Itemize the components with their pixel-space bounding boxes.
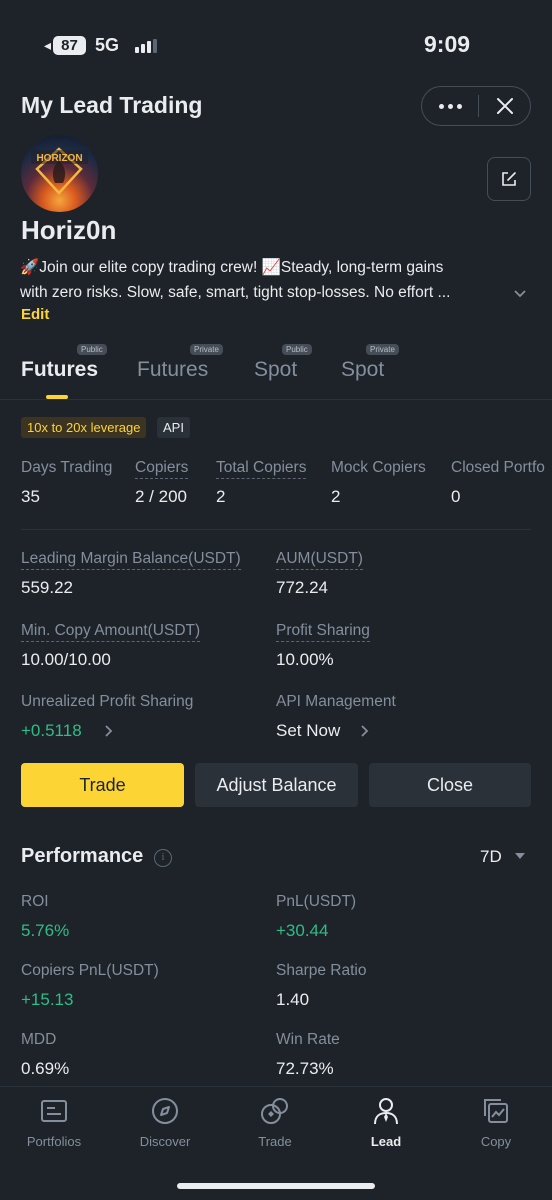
roi-value: 5.76% — [21, 921, 70, 940]
nav-label: Copy — [480, 1134, 512, 1149]
nav-lead[interactable]: Lead — [336, 1096, 436, 1149]
min-copy-label[interactable]: Min. Copy Amount(USDT) — [21, 622, 201, 642]
avatar-image: HORIZON — [31, 147, 88, 195]
adjust-balance-button[interactable]: Adjust Balance — [195, 763, 358, 807]
stat-value-copiers: 2 / 200 — [135, 487, 187, 506]
tab-spot-private[interactable]: Spot — [341, 358, 384, 382]
bio-line: with zero risks. Slow, safe, smart, tigh… — [20, 284, 451, 301]
more-dot — [456, 103, 462, 109]
tab-futures-public[interactable]: Futures — [21, 358, 98, 382]
stat-value-days-trading: 35 — [21, 487, 40, 506]
header-actions — [421, 86, 531, 126]
network-indicator: 5G — [95, 35, 120, 55]
close-icon — [496, 98, 513, 114]
chevron-right-icon — [105, 725, 113, 737]
trade-icon — [261, 1098, 288, 1124]
battery-indicator: 87 — [53, 36, 86, 55]
stat-label-closed-portfolios: Closed Portfo — [451, 459, 545, 476]
nav-copy[interactable]: Copy — [446, 1096, 546, 1149]
close-button[interactable] — [479, 87, 530, 125]
period-selector[interactable]: 7D — [480, 847, 502, 867]
api-management-label: API Management — [276, 693, 396, 710]
portfolio-icon — [41, 1100, 67, 1122]
bio-line: 🚀Join our elite copy trading crew! 📈Stea… — [20, 259, 444, 276]
nav-label: Lead — [370, 1134, 402, 1149]
avatar-logo-text: HORIZON — [36, 153, 82, 164]
page-title: My Lead Trading — [21, 92, 203, 118]
aum-value: 772.24 — [276, 578, 328, 597]
pnl-value: +30.44 — [276, 921, 329, 940]
nav-trade[interactable]: Trade — [225, 1096, 325, 1149]
divider — [0, 399, 552, 400]
performance-title: Performance — [21, 845, 144, 867]
stat-value-total-copiers: 2 — [216, 487, 226, 506]
person-icon — [374, 1098, 398, 1125]
trade-button[interactable]: Trade — [21, 763, 184, 807]
stat-label-days-trading: Days Trading — [21, 459, 113, 476]
profit-sharing-label[interactable]: Profit Sharing — [276, 622, 370, 642]
mdd-label: MDD — [21, 1031, 57, 1048]
api-management-value[interactable]: Set Now — [276, 721, 340, 741]
tab-badge: Private — [190, 344, 223, 355]
expand-bio-button[interactable] — [512, 285, 528, 306]
divider — [21, 529, 531, 530]
pnl-label: PnL(USDT) — [276, 893, 357, 910]
tab-badge: Private — [366, 344, 399, 355]
chevron-down-icon — [514, 290, 526, 298]
aum-label[interactable]: AUM(USDT) — [276, 550, 363, 570]
stat-label-mock-copiers: Mock Copiers — [331, 459, 426, 476]
nav-portfolios[interactable]: Portfolios — [4, 1096, 104, 1149]
tab-futures-private[interactable]: Futures — [137, 358, 208, 382]
copiers-pnl-value: +15.13 — [21, 990, 74, 1009]
win-rate-value: 72.73% — [276, 1059, 334, 1078]
min-copy-value: 10.00/10.00 — [21, 650, 111, 669]
api-tag: API — [157, 417, 190, 438]
edit-profile-button[interactable] — [487, 157, 531, 201]
unrealized-profit-link[interactable] — [103, 723, 115, 744]
mdd-value: 0.69% — [21, 1059, 70, 1078]
signal-icon — [135, 39, 157, 53]
tab-badge: Public — [282, 344, 312, 355]
stat-label-copiers[interactable]: Copiers — [135, 459, 189, 479]
nav-discover[interactable]: Discover — [115, 1096, 215, 1149]
sharpe-ratio-label: Sharpe Ratio — [276, 962, 367, 979]
leading-margin-value: 559.22 — [21, 578, 73, 597]
stat-value-closed-portfolios: 0 — [451, 487, 461, 506]
tab-spot-public[interactable]: Spot — [254, 358, 297, 382]
edit-icon — [502, 172, 516, 186]
nickname: Horiz0n — [21, 215, 117, 245]
profit-sharing-value: 10.00% — [276, 650, 334, 669]
back-arrow-icon[interactable]: ◂ — [44, 37, 51, 54]
api-management-link[interactable] — [359, 723, 371, 744]
clock: 9:09 — [424, 31, 471, 57]
compass-icon — [152, 1098, 178, 1124]
home-indicator[interactable] — [177, 1183, 375, 1189]
copy-icon — [484, 1099, 508, 1123]
bio-text: 🚀Join our elite copy trading crew! 📈Stea… — [20, 255, 490, 305]
caret-down-icon[interactable] — [515, 853, 525, 859]
avatar[interactable]: HORIZON — [21, 135, 98, 212]
tab-badge: Public — [77, 344, 107, 355]
leading-margin-label[interactable]: Leading Margin Balance(USDT) — [21, 550, 241, 570]
stat-value-mock-copiers: 2 — [331, 487, 341, 506]
nav-label: Trade — [258, 1134, 292, 1149]
info-icon[interactable]: i — [154, 849, 172, 867]
edit-bio-link[interactable]: Edit — [21, 306, 49, 323]
close-position-button[interactable]: Close — [369, 763, 531, 807]
more-dot — [447, 103, 453, 109]
leverage-tag: 10x to 20x leverage — [21, 417, 147, 438]
stat-label-total-copiers[interactable]: Total Copiers — [216, 459, 307, 479]
unrealized-profit-value[interactable]: +0.5118 — [21, 721, 82, 741]
sharpe-ratio-value: 1.40 — [276, 990, 310, 1009]
win-rate-label: Win Rate — [276, 1031, 340, 1048]
chevron-right-icon — [361, 725, 369, 737]
more-dot — [438, 103, 444, 109]
nav-label: Portfolios — [26, 1134, 82, 1149]
more-button[interactable] — [422, 87, 478, 125]
roi-label: ROI — [21, 893, 49, 910]
unrealized-profit-label: Unrealized Profit Sharing — [21, 693, 194, 710]
copiers-pnl-label: Copiers PnL(USDT) — [21, 962, 159, 979]
nav-label: Discover — [139, 1134, 191, 1149]
